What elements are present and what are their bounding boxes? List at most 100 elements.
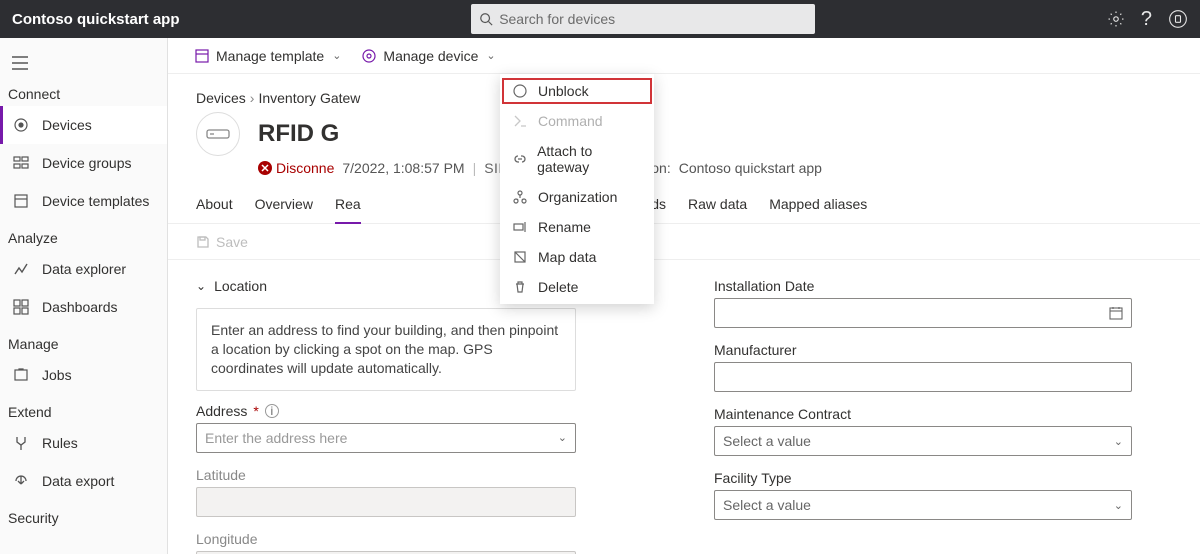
attach-gateway-icon (512, 151, 527, 167)
device-org-value: Contoso quickstart app (679, 160, 822, 176)
save-icon (196, 235, 210, 249)
menu-item-label: Delete (538, 279, 578, 295)
template-icon (194, 48, 210, 64)
command-icon (512, 113, 528, 129)
menu-item-organization[interactable]: Organization (500, 182, 654, 212)
manage-device-menu: Unblock Command Attach to gateway Organi… (500, 74, 654, 304)
menu-item-label: Unblock (538, 83, 589, 99)
devices-icon (12, 116, 30, 134)
nav-group-manage: Manage (0, 326, 167, 356)
required-marker: * (253, 403, 258, 419)
manufacturer-label: Manufacturer (714, 342, 1172, 358)
chevron-down-icon: ⌄ (332, 49, 341, 62)
sidebar-item-label: Device templates (42, 193, 149, 209)
sidebar-item-label: Device groups (42, 155, 132, 171)
manufacturer-input[interactable] (714, 362, 1132, 392)
jobs-icon (12, 366, 30, 384)
menu-item-command: Command (500, 106, 654, 136)
cmd-label: Manage device (383, 48, 478, 64)
device-icon (361, 48, 377, 64)
latitude-input (196, 487, 576, 517)
sidebar-item-devices[interactable]: Devices (0, 106, 167, 144)
sidebar-item-label: Dashboards (42, 299, 118, 315)
sidebar-item-device-groups[interactable]: Device groups (0, 144, 167, 182)
address-label: Address * i (196, 403, 654, 419)
feedback-icon[interactable] (1168, 9, 1188, 29)
menu-item-label: Map data (538, 249, 596, 265)
search-box[interactable] (471, 4, 815, 34)
menu-item-map-data[interactable]: Map data (500, 242, 654, 272)
sidebar-item-device-templates[interactable]: Device templates (0, 182, 167, 220)
sidebar-item-label: Devices (42, 117, 92, 133)
data-explorer-icon (12, 260, 30, 278)
device-tabs: About Overview Rea Devices Commands Raw … (168, 176, 1200, 224)
menu-item-unblock[interactable]: Unblock (500, 76, 654, 106)
device-templates-icon (12, 192, 30, 210)
breadcrumb-item[interactable]: Inventory Gatew (258, 90, 360, 106)
device-avatar-icon (196, 112, 240, 156)
organization-icon (512, 189, 528, 205)
sidebar-item-label: Data export (42, 473, 114, 489)
address-input[interactable]: Enter the address here ⌄ (196, 423, 576, 453)
tab-raw-data[interactable]: Raw data (688, 192, 747, 223)
device-status-row: Disconne 7/2022, 1:08:57 PM | SIMULATED … (168, 160, 1200, 176)
save-label: Save (216, 234, 248, 250)
installation-date-label: Installation Date (714, 278, 1172, 294)
chevron-down-icon: ⌄ (1114, 435, 1123, 448)
sidebar-item-label: Data explorer (42, 261, 126, 277)
search-input[interactable] (499, 11, 807, 27)
maintenance-contract-select[interactable]: Select a value ⌄ (714, 426, 1132, 456)
manage-device-button[interactable]: Manage device ⌄ (355, 44, 501, 68)
chevron-down-icon: ⌄ (1114, 499, 1123, 512)
tab-overview[interactable]: Overview (255, 192, 313, 223)
manage-template-button[interactable]: Manage template ⌄ (188, 44, 347, 68)
tab-rea[interactable]: Rea (335, 192, 361, 224)
facility-type-label: Facility Type (714, 470, 1172, 486)
sidebar-item-rules[interactable]: Rules (0, 424, 167, 462)
help-icon[interactable]: ? (1141, 8, 1152, 31)
search-icon (479, 12, 493, 26)
breadcrumb-separator: › (250, 90, 255, 106)
delete-icon (512, 279, 528, 295)
menu-item-delete[interactable]: Delete (500, 272, 654, 302)
rename-icon (512, 219, 528, 235)
latitude-label: Latitude (196, 467, 654, 483)
calendar-icon (1109, 306, 1123, 320)
menu-item-rename[interactable]: Rename (500, 212, 654, 242)
sidebar-item-dashboards[interactable]: Dashboards (0, 288, 167, 326)
sidebar-item-data-explorer[interactable]: Data explorer (0, 250, 167, 288)
chevron-down-icon: ⌄ (558, 431, 567, 444)
installation-date-input[interactable] (714, 298, 1132, 328)
chevron-down-icon: ⌄ (196, 279, 206, 293)
facility-type-select[interactable]: Select a value ⌄ (714, 490, 1132, 520)
dashboards-icon (12, 298, 30, 316)
menu-item-attach-gateway[interactable]: Attach to gateway (500, 136, 654, 182)
location-help-text: Enter an address to find your building, … (196, 308, 576, 391)
save-button: Save (196, 234, 248, 250)
device-name: RFID G (258, 120, 339, 148)
menu-item-label: Command (538, 113, 603, 129)
tab-about[interactable]: About (196, 192, 233, 223)
sidebar-item-label: Jobs (42, 367, 72, 383)
unblock-icon (512, 83, 528, 99)
settings-icon[interactable] (1107, 10, 1125, 28)
nav-group-connect: Connect (0, 76, 167, 106)
nav-group-analyze: Analyze (0, 220, 167, 250)
sidebar-item-data-export[interactable]: Data export (0, 462, 167, 500)
menu-item-label: Organization (538, 189, 617, 205)
status-badge: Disconne (258, 160, 334, 176)
device-timestamp: 7/2022, 1:08:57 PM (342, 160, 464, 176)
sidebar-item-jobs[interactable]: Jobs (0, 356, 167, 394)
longitude-label: Longitude (196, 531, 654, 547)
menu-item-label: Rename (538, 219, 591, 235)
hamburger-icon[interactable] (0, 50, 167, 76)
breadcrumb: Devices › Inventory Gatew (168, 74, 1200, 106)
sidebar-item-label: Rules (42, 435, 78, 451)
chevron-down-icon: ⌄ (486, 49, 495, 62)
breadcrumb-root[interactable]: Devices (196, 90, 246, 106)
app-title: Contoso quickstart app (12, 11, 180, 28)
nav-group-security: Security (0, 500, 167, 530)
tab-mapped-aliases[interactable]: Mapped aliases (769, 192, 867, 223)
map-data-icon (512, 249, 528, 265)
info-icon[interactable]: i (265, 404, 279, 418)
